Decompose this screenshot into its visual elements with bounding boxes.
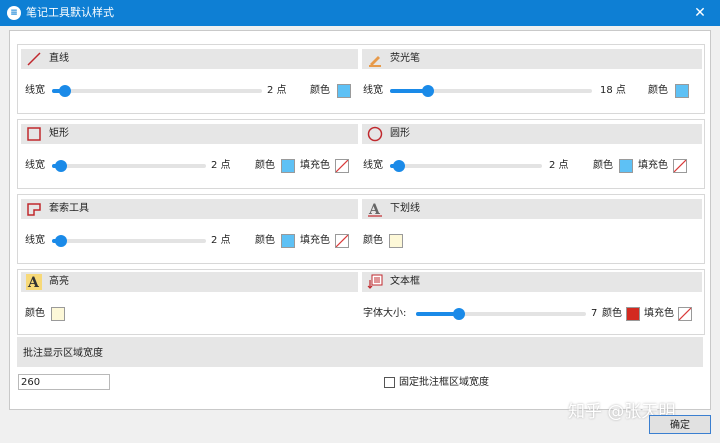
slider-thumb[interactable] [58,85,71,97]
textbox-tool-header: 文本框 [362,272,702,292]
line-tool-name: 直线 [49,53,69,64]
lasso-fill-label: 填充色 [300,235,330,246]
slider-thumb[interactable] [422,85,435,97]
rectangle-width-slider[interactable] [52,160,206,172]
highlighter-pen-icon [369,56,381,67]
underline-tool-name: 下划线 [390,203,420,214]
app-icon: ≡ [7,6,21,20]
close-button[interactable]: ✕ [680,0,720,26]
ellipse-tool-header: 圆形 [362,124,702,144]
annotation-width-input[interactable]: 260 [18,374,110,390]
line-width-value: 2 点 [267,85,287,96]
ok-button[interactable]: 确定 [649,415,711,434]
line-color-label: 颜色 [310,85,330,96]
annotation-area-header: 批注显示区域宽度 [17,337,703,367]
lasso-tool-header: 套索工具 [21,199,358,219]
rectangle-fill-label: 填充色 [300,160,330,171]
section-lasso-underline: 套索工具 线宽 2 点 颜色 填充色 A 下划线 颜色 [17,194,705,264]
lasso-tool-name: 套索工具 [49,203,89,214]
settings-panel: 直线 线宽 2 点 颜色 荧光笔 线宽 18 点 颜色 矩形 线宽 2 点 颜色… [9,30,711,410]
slider-thumb[interactable] [55,160,68,172]
lasso-width-value: 2 点 [211,235,231,246]
ellipse-fill-none-swatch[interactable] [673,159,687,173]
lasso-color-label: 颜色 [255,235,275,246]
highlight-color-swatch[interactable] [51,307,65,321]
lasso-fill-none-swatch[interactable] [335,234,349,248]
textbox-fill-none-swatch[interactable] [678,307,692,321]
circle-icon [367,126,383,142]
line-width-slider[interactable] [52,85,262,97]
ellipse-fill-label: 填充色 [638,160,668,171]
svg-text:A: A [27,275,40,290]
fixed-width-checkbox[interactable] [384,377,395,388]
highlighter-color-swatch[interactable] [675,84,689,98]
rectangle-color-label: 颜色 [255,160,275,171]
no-fill-slash-icon [673,159,687,173]
highlighter-width-value: 18 点 [600,85,626,96]
line-width-label: 线宽 [25,85,45,96]
slider-thumb[interactable] [452,308,465,320]
fixed-width-checkbox-label[interactable]: 固定批注框区域宽度 [399,377,489,389]
line-color-swatch[interactable] [337,84,351,98]
no-fill-slash-icon [335,234,349,248]
textbox-tool-name: 文本框 [390,276,420,287]
section-highlight-textbox: A 高亮 颜色 文本框 字体大小: 7 颜色 填充色 [17,269,705,335]
title-bar: ≡ 笔记工具默认样式 ✕ [0,0,720,26]
textbox-font-size-value: 7 [591,308,598,319]
rectangle-width-value: 2 点 [211,160,231,171]
lasso-color-swatch[interactable] [281,234,295,248]
textbox-font-size-label: 字体大小: [363,308,407,319]
highlight-tool-header: A 高亮 [21,272,358,292]
section-line-highlighter: 直线 线宽 2 点 颜色 荧光笔 线宽 18 点 颜色 [17,44,705,114]
highlighter-width-label: 线宽 [363,85,383,96]
underline-a-icon: A [368,202,382,217]
ellipse-color-swatch[interactable] [619,159,633,173]
section-rectangle-ellipse: 矩形 线宽 2 点 颜色 填充色 圆形 线宽 2 点 颜色 填充色 [17,119,705,189]
lasso-width-slider[interactable] [52,235,206,247]
highlighter-tool-name: 荧光笔 [390,53,420,64]
highlight-tool-name: 高亮 [49,276,69,287]
ellipse-width-value: 2 点 [549,160,569,171]
textbox-fill-label: 填充色 [644,308,674,319]
rectangle-tool-header: 矩形 [21,124,358,144]
ellipse-tool-name: 圆形 [390,128,410,139]
underline-color-label: 颜色 [363,235,383,246]
highlight-color-label: 颜色 [25,308,45,319]
no-fill-slash-icon [678,307,692,321]
text-box-icon [367,274,383,289]
rectangle-fill-none-swatch[interactable] [335,159,349,173]
slider-thumb[interactable] [55,235,68,247]
annotation-area-title: 批注显示区域宽度 [23,348,103,359]
highlighter-color-label: 颜色 [648,85,668,96]
rectangle-width-label: 线宽 [25,160,45,171]
textbox-color-label: 颜色 [602,308,622,319]
ellipse-width-label: 线宽 [363,160,383,171]
highlighter-tool-header: 荧光笔 [362,49,702,69]
window-title: 笔记工具默认样式 [26,6,114,19]
svg-text:A: A [368,202,381,217]
rectangle-color-swatch[interactable] [281,159,295,173]
textbox-font-size-slider[interactable] [416,308,586,320]
slider-thumb[interactable] [393,160,406,172]
ellipse-width-slider[interactable] [390,160,542,172]
line-tool-header: 直线 [21,49,358,69]
textbox-color-swatch[interactable] [626,307,640,321]
rectangle-tool-name: 矩形 [49,128,69,139]
underline-color-swatch[interactable] [389,234,403,248]
highlighter-width-slider[interactable] [390,85,592,97]
underline-tool-header: A 下划线 [362,199,702,219]
lasso-width-label: 线宽 [25,235,45,246]
no-fill-slash-icon [335,159,349,173]
diagonal-line-icon [27,52,41,66]
ellipse-color-label: 颜色 [593,160,613,171]
lasso-shape-icon [27,203,41,216]
rectangle-icon [27,127,41,141]
highlight-a-icon: A [26,274,42,290]
